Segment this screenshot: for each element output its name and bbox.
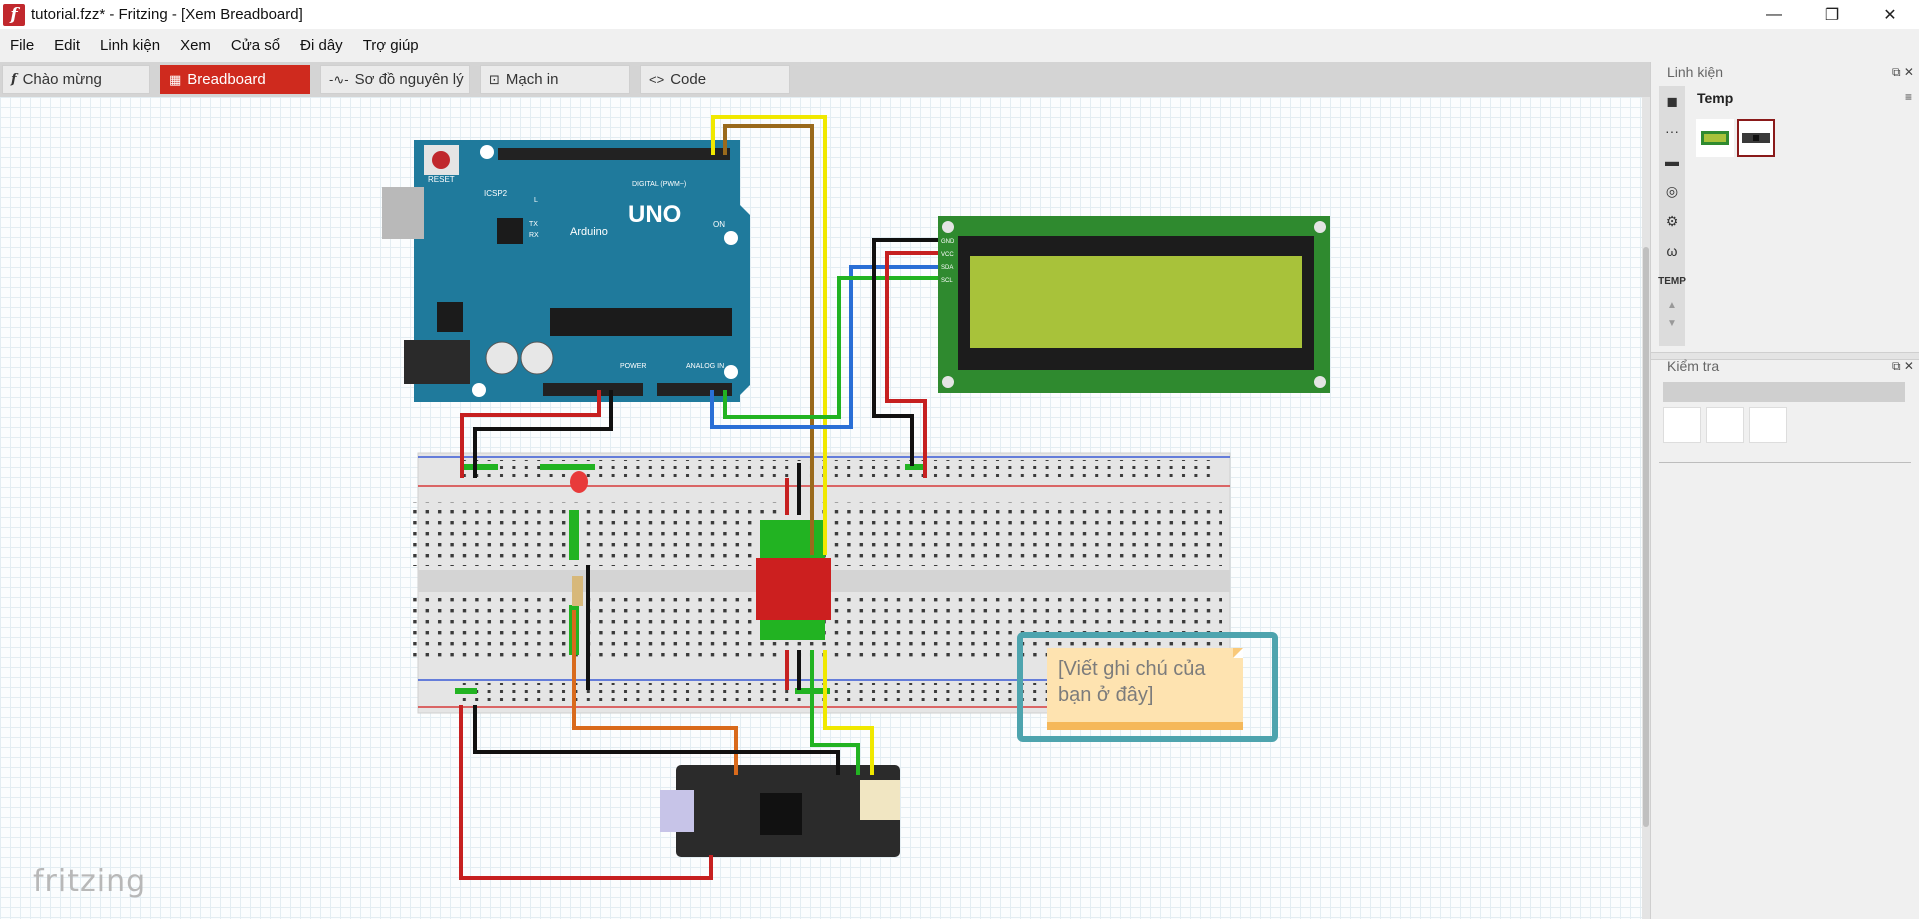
fritzing-icon: f bbox=[11, 72, 17, 87]
fritzing-watermark-logo: fritzing bbox=[33, 864, 147, 899]
tab-welcome[interactable]: f Chào mừng bbox=[2, 65, 150, 94]
tab-label: Breadboard bbox=[187, 71, 266, 88]
breadboard-canvas[interactable]: UNO Arduino RESET ICSP2 DIGITAL (PWM~) O… bbox=[0, 97, 1650, 919]
inspector-panel-controls[interactable]: ⧉ ✕ bbox=[1892, 359, 1914, 374]
menu-help[interactable]: Trợ giúp bbox=[353, 37, 429, 54]
tab-code[interactable]: <> Code bbox=[640, 65, 790, 94]
inspector-panel-title: Kiểm tra bbox=[1667, 358, 1720, 374]
feather-board[interactable] bbox=[660, 765, 900, 857]
menu-edit[interactable]: Edit bbox=[44, 37, 90, 54]
lcd-pin-scl: SCL bbox=[941, 278, 953, 284]
menu-routing[interactable]: Đi dây bbox=[290, 37, 353, 54]
inspector-pcb-view-box bbox=[1749, 407, 1787, 443]
tab-label: Mạch in bbox=[505, 71, 559, 88]
antenna-icon[interactable]: ◎ bbox=[1659, 176, 1685, 206]
schematic-icon: -∿- bbox=[329, 71, 349, 87]
inspector-schematic-view-box bbox=[1706, 407, 1744, 443]
minimize-button[interactable]: — bbox=[1745, 0, 1803, 29]
window-title: tutorial.fzz* - Fritzing - [Xem Breadboa… bbox=[31, 6, 303, 23]
inspector-breadboard-view-box bbox=[1663, 407, 1701, 443]
omega-icon[interactable]: ω bbox=[1659, 236, 1685, 266]
lcd-display[interactable]: GND VCC SDA SCL bbox=[938, 216, 1330, 393]
l-led-label: L bbox=[534, 197, 538, 204]
core-parts-icon[interactable]: ◼ bbox=[1659, 86, 1685, 116]
bin-name: Temp bbox=[1697, 90, 1734, 106]
title-bar: f tutorial.fzz* - Fritzing - [Xem Breadb… bbox=[0, 0, 1919, 29]
parts-panel-title: Linh kiện bbox=[1667, 64, 1724, 80]
inspector-title-field bbox=[1663, 382, 1905, 402]
breadboard-icon: ▦ bbox=[169, 71, 182, 87]
note-resize-bar[interactable] bbox=[1047, 722, 1243, 730]
menu-view[interactable]: Xem bbox=[170, 37, 221, 54]
note-text[interactable]: [Viết ghi chú của bạn ở đây] bbox=[1058, 656, 1234, 708]
red-led[interactable] bbox=[570, 471, 588, 493]
tab-label: Sơ đồ nguyên lý bbox=[354, 71, 464, 88]
tab-schematic[interactable]: -∿- Sơ đồ nguyên lý bbox=[320, 65, 470, 94]
menu-bar: File Edit Linh kiện Xem Cửa sổ Đi dây Tr… bbox=[0, 29, 1919, 62]
tab-pcb[interactable]: ⊡ Mạch in bbox=[480, 65, 630, 94]
level-shifter-module[interactable] bbox=[756, 558, 831, 620]
arduino-brand-label: Arduino bbox=[570, 226, 608, 238]
tx-label: TX bbox=[529, 221, 538, 228]
scrollbar-thumb[interactable] bbox=[1643, 247, 1649, 827]
part-feather-thumbnail[interactable] bbox=[1737, 119, 1775, 157]
maximize-button[interactable]: ❐ bbox=[1803, 0, 1861, 29]
chip-icon[interactable]: ▬ bbox=[1659, 146, 1685, 176]
inspector-divider bbox=[1659, 462, 1911, 463]
parts-bin-list: ◼ ··· ▬ ◎ ⚙ ω TEMP ▲ ▼ bbox=[1658, 86, 1686, 346]
right-dock: Linh kiện ⧉ ✕ ◼ ··· ▬ ◎ ⚙ ω TEMP ▲ ▼ Tem… bbox=[1650, 62, 1919, 919]
tab-label: Chào mừng bbox=[22, 71, 102, 88]
digital-label: DIGITAL (PWM~) bbox=[632, 181, 686, 188]
resistor[interactable] bbox=[572, 576, 583, 606]
rx-label: RX bbox=[529, 232, 539, 239]
reset-label: RESET bbox=[428, 175, 455, 184]
menu-parts[interactable]: Linh kiện bbox=[90, 37, 170, 54]
robot-icon[interactable]: ⚙ bbox=[1659, 206, 1685, 236]
window-controls: — ❐ ✕ bbox=[1745, 0, 1919, 29]
tab-label: Code bbox=[670, 71, 707, 88]
part-lcd-thumbnail[interactable] bbox=[1696, 119, 1734, 157]
power-label: POWER bbox=[620, 363, 646, 370]
temp-bin-tab[interactable]: TEMP bbox=[1658, 266, 1686, 296]
view-tab-bar: f Chào mừng ▦ Breadboard -∿- Sơ đồ nguyê… bbox=[0, 62, 1650, 97]
lcd-pin-gnd: GND bbox=[941, 239, 955, 245]
bin-menu-icon[interactable]: ≡ bbox=[1905, 90, 1912, 104]
scroll-down-icon[interactable]: ▼ bbox=[1659, 314, 1685, 332]
icsp2-label: ICSP2 bbox=[484, 189, 508, 198]
tab-breadboard[interactable]: ▦ Breadboard bbox=[160, 65, 310, 94]
pcb-icon: ⊡ bbox=[489, 71, 500, 87]
analog-in-label: ANALOG IN bbox=[686, 363, 724, 370]
more-icon[interactable]: ··· bbox=[1659, 116, 1685, 146]
lcd-pin-vcc: VCC bbox=[941, 252, 954, 258]
menu-file[interactable]: File bbox=[0, 37, 44, 54]
code-icon: <> bbox=[649, 72, 665, 87]
arduino-uno[interactable]: UNO Arduino RESET ICSP2 DIGITAL (PWM~) O… bbox=[382, 140, 750, 402]
scroll-up-icon[interactable]: ▲ bbox=[1659, 296, 1685, 314]
canvas-vertical-scrollbar[interactable] bbox=[1642, 97, 1650, 919]
lcd-pin-sda: SDA bbox=[941, 265, 953, 271]
circuit-drawing: UNO Arduino RESET ICSP2 DIGITAL (PWM~) O… bbox=[382, 115, 1330, 880]
close-button[interactable]: ✕ bbox=[1861, 0, 1919, 29]
on-label: ON bbox=[713, 220, 725, 229]
arduino-model-label: UNO bbox=[628, 201, 681, 228]
fritzing-app-icon: f bbox=[3, 3, 25, 26]
menu-window[interactable]: Cửa sổ bbox=[221, 37, 290, 54]
parts-panel-controls[interactable]: ⧉ ✕ bbox=[1892, 65, 1914, 80]
